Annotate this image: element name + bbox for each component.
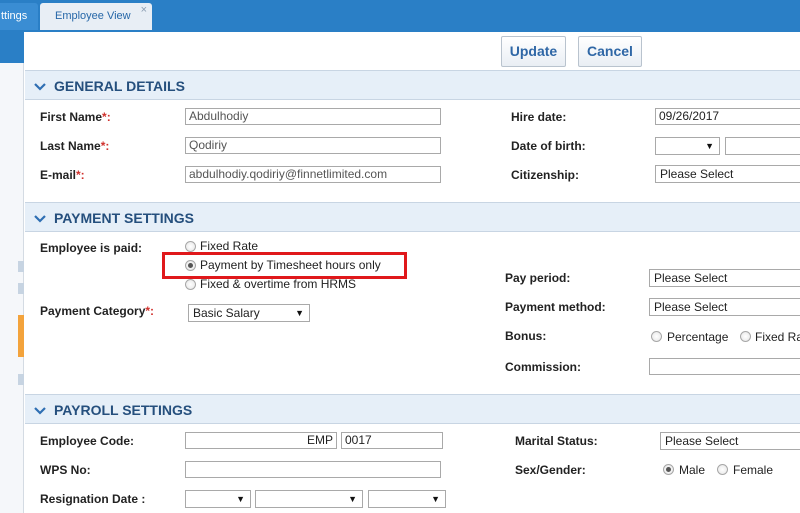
employee-code-prefix-input[interactable]: EMP <box>185 432 337 449</box>
section-title: PAYROLL SETTINGS <box>54 402 193 418</box>
dob-month-select[interactable]: ▼ <box>655 137 720 155</box>
last-name-label: Last Name*: <box>40 139 110 153</box>
resignation-day-select[interactable]: ▼ <box>255 490 363 508</box>
dob-label: Date of birth: <box>511 139 586 153</box>
chevron-down-icon: ▼ <box>705 141 714 151</box>
dob-day-select[interactable] <box>725 137 800 155</box>
fixed-rate-radio[interactable] <box>185 241 196 252</box>
tab-settings-label: ttings <box>1 10 28 22</box>
email-input[interactable]: abdulhodiy.qodiriy@finnetlimited.com <box>185 166 441 183</box>
chevron-down-icon[interactable] <box>34 203 46 233</box>
employee-code-number-input[interactable]: 0017 <box>341 432 443 449</box>
employee-form: Update Cancel GENERAL DETAILS First Name… <box>25 32 800 513</box>
marital-status-label: Marital Status: <box>515 434 598 448</box>
sidebar-orange-marker[interactable] <box>18 315 24 357</box>
tab-settings[interactable]: ttings <box>0 3 38 30</box>
email-label: E-mail*: <box>40 168 85 182</box>
section-title: PAYMENT SETTINGS <box>54 210 195 226</box>
commission-label: Commission: <box>505 360 582 374</box>
wps-label: WPS No: <box>40 463 91 477</box>
bonus-label: Bonus: <box>505 329 547 343</box>
bonus-percentage-radio[interactable] <box>651 331 662 342</box>
tab-employee-view-label: Employee View <box>55 10 131 22</box>
left-sidebar-strip <box>0 32 24 513</box>
wps-input[interactable] <box>185 461 441 478</box>
payment-category-label: Payment Category*: <box>40 304 155 318</box>
pay-period-label: Pay period: <box>505 271 571 285</box>
resignation-date-label: Resignation Date : <box>40 492 146 506</box>
last-name-input[interactable]: Qodiriy <box>185 137 441 154</box>
hire-date-input[interactable]: 09/26/2017 <box>655 108 800 125</box>
gender-label: Sex/Gender: <box>515 463 586 477</box>
hire-date-label: Hire date: <box>511 110 567 124</box>
fixed-overtime-radio[interactable] <box>185 279 196 290</box>
first-name-input[interactable]: Abdulhodiy <box>185 108 441 125</box>
update-button[interactable]: Update <box>501 36 566 67</box>
section-payroll-settings[interactable]: PAYROLL SETTINGS <box>25 394 800 424</box>
section-title: GENERAL DETAILS <box>54 78 185 94</box>
resignation-year-select[interactable]: ▼ <box>368 490 446 508</box>
close-icon[interactable]: × <box>141 0 147 24</box>
gender-male-radio[interactable] <box>663 464 674 475</box>
marital-status-select[interactable]: Please Select <box>660 432 800 450</box>
chevron-down-icon: ▼ <box>236 494 245 504</box>
citizenship-select[interactable]: Please Select <box>655 165 800 183</box>
chevron-down-icon: ▼ <box>348 494 357 504</box>
payment-method-select[interactable]: Please Select <box>649 298 800 316</box>
bonus-fixed-label[interactable]: Fixed Ra <box>755 330 800 344</box>
tab-bar: ttings Employee View × <box>0 0 800 32</box>
sidebar-tick <box>18 283 24 294</box>
gender-female-radio[interactable] <box>717 464 728 475</box>
chevron-down-icon[interactable] <box>34 395 46 425</box>
fixed-overtime-label[interactable]: Fixed & overtime from HRMS <box>200 277 356 291</box>
sidebar-tick <box>18 261 24 272</box>
sidebar-tick <box>18 374 24 385</box>
bonus-percentage-label[interactable]: Percentage <box>667 330 728 344</box>
resignation-month-select[interactable]: ▼ <box>185 490 251 508</box>
chevron-down-icon: ▼ <box>431 494 440 504</box>
first-name-label: First Name*: <box>40 110 111 124</box>
payment-category-select[interactable]: Basic Salary ▼ <box>188 304 310 322</box>
highlight-box <box>162 252 407 279</box>
section-general-details[interactable]: GENERAL DETAILS <box>25 70 800 100</box>
employee-paid-label: Employee is paid: <box>40 241 143 255</box>
chevron-down-icon[interactable] <box>34 71 46 101</box>
commission-input[interactable] <box>649 358 800 375</box>
citizenship-label: Citizenship: <box>511 168 579 182</box>
sidebar-active-marker <box>0 32 24 63</box>
pay-period-select[interactable]: Please Select <box>649 269 800 287</box>
cancel-button[interactable]: Cancel <box>578 36 642 67</box>
gender-male-label[interactable]: Male <box>679 463 705 477</box>
tab-employee-view[interactable]: Employee View × <box>40 3 152 30</box>
payment-method-label: Payment method: <box>505 300 606 314</box>
fixed-rate-label[interactable]: Fixed Rate <box>200 239 258 253</box>
section-payment-settings[interactable]: PAYMENT SETTINGS <box>25 202 800 232</box>
gender-female-label[interactable]: Female <box>733 463 773 477</box>
employee-code-label: Employee Code: <box>40 434 135 448</box>
bonus-fixed-radio[interactable] <box>740 331 751 342</box>
chevron-down-icon: ▼ <box>295 308 304 318</box>
